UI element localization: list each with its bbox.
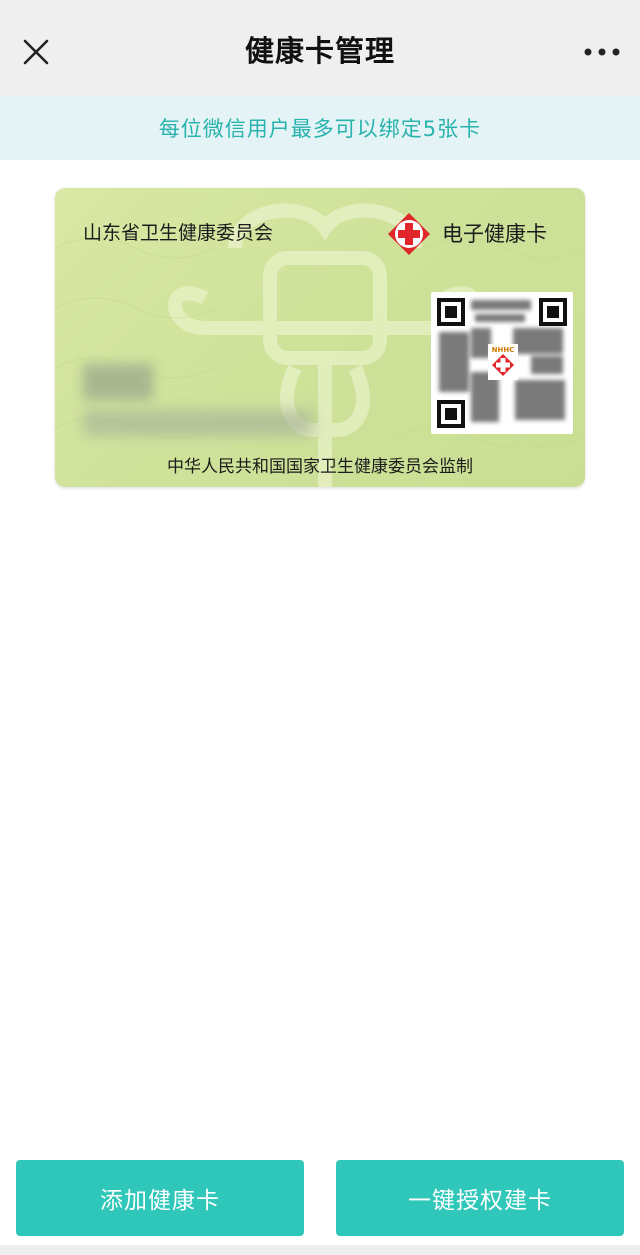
qr-center-badge: NHHC [488,344,518,380]
nav-bar: 健康卡管理 [0,0,640,104]
holder-id-redacted [83,410,313,436]
notice-text: 每位微信用户最多可以绑定5张卡 [158,117,482,141]
red-cross-logo-icon [388,213,430,255]
bottom-safe-area [0,1245,640,1255]
page-title: 健康卡管理 [244,34,395,68]
qr-code[interactable]: NHHC [431,292,573,434]
add-health-card-button[interactable]: 添加健康卡 [16,1160,304,1236]
one-click-authorize-button[interactable]: 一键授权建卡 [336,1160,624,1236]
qr-badge-text: NHHC [492,346,515,354]
card-supervisor: 中华人民共和国国家卫生健康委员会监制 [167,457,473,477]
more-icon[interactable] [580,32,624,72]
holder-name-redacted [83,364,153,400]
card-issuer: 山东省卫生健康委员会 [83,222,274,244]
health-card[interactable]: 山东省卫生健康委员会 电子健康卡 NHHC 中华人民共和国国家卫生健康委员会监制 [55,188,585,487]
bind-limit-notice: 每位微信用户最多可以绑定5张卡 [0,96,640,160]
card-type: 电子健康卡 [442,222,547,246]
